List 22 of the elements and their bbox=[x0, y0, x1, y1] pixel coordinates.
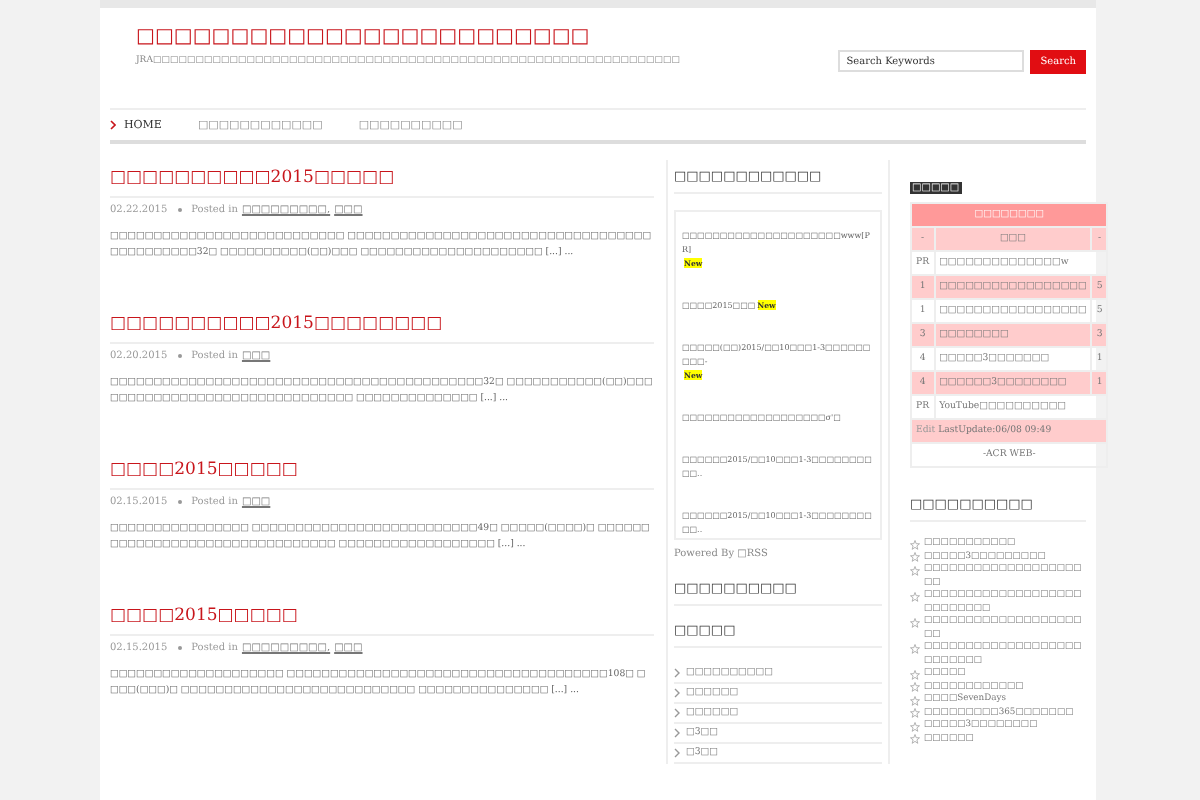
star-icon bbox=[910, 669, 920, 679]
star-icon bbox=[910, 539, 920, 549]
chevron-icon bbox=[110, 120, 116, 130]
star-icon bbox=[910, 682, 920, 692]
post-title[interactable]: □□□□2015□□□□□ bbox=[110, 456, 654, 490]
star-icon bbox=[910, 721, 920, 731]
separator-dot bbox=[177, 354, 182, 358]
site-title[interactable]: □□□□□□□□□□□□□□□□□□□□□□□□ bbox=[136, 20, 681, 56]
separator-dot bbox=[177, 208, 182, 212]
post-title[interactable]: □□□□□□□□□□2015□□□□□□□□ bbox=[110, 310, 654, 344]
star-icon bbox=[910, 617, 920, 627]
star-icon bbox=[910, 591, 920, 601]
star-icon bbox=[910, 695, 920, 705]
star-icon bbox=[910, 552, 920, 562]
separator-dot bbox=[177, 500, 182, 504]
post-title[interactable]: □□□□□□□□□□2015□□□□□ bbox=[110, 164, 654, 198]
star-icon bbox=[910, 643, 920, 653]
post-title[interactable]: □□□□2015□□□□□ bbox=[110, 602, 654, 636]
star-icon bbox=[910, 565, 920, 575]
star-icon bbox=[910, 734, 920, 744]
separator-dot bbox=[177, 646, 182, 650]
star-icon bbox=[910, 708, 920, 718]
